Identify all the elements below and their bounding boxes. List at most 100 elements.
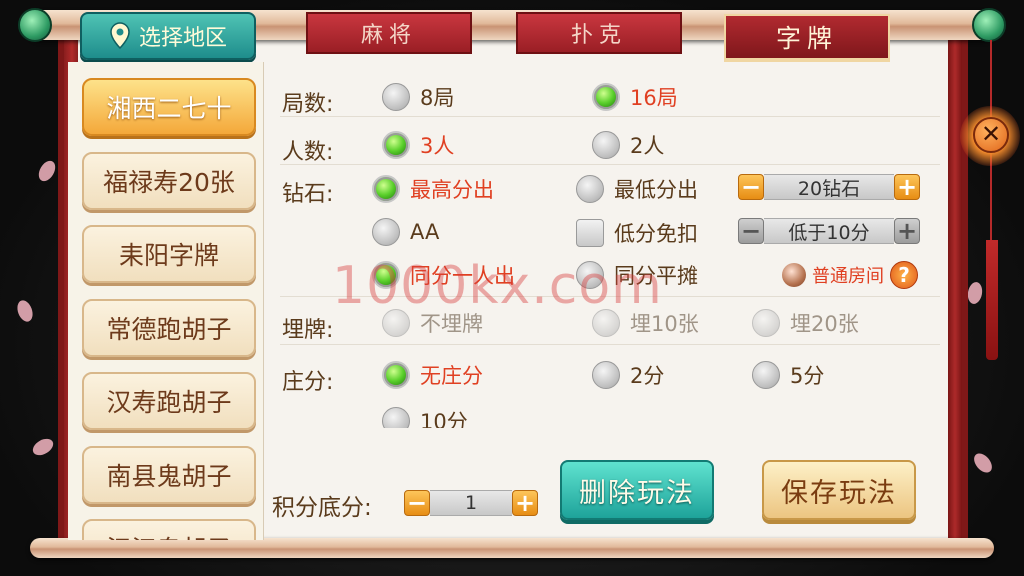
jade-cap-icon <box>18 8 52 42</box>
threshold-plus-button[interactable]: + <box>894 218 920 244</box>
select-region-button[interactable]: 选择地区 <box>80 12 256 60</box>
divider <box>280 116 940 117</box>
tab-poker[interactable]: 扑克 <box>516 12 682 54</box>
option-label: 5分 <box>790 364 825 388</box>
radio-checked-icon <box>382 361 410 389</box>
option-label: 最低分出 <box>614 178 698 202</box>
banker-option-2[interactable]: 2分 <box>592 360 664 390</box>
delete-rule-button[interactable]: 删除玩法 <box>560 460 714 520</box>
radio-icon <box>382 83 410 111</box>
diamond-minus-button[interactable]: − <box>738 174 764 200</box>
option-label: 同分平摊 <box>614 264 698 288</box>
option-label: 埋10张 <box>630 312 699 336</box>
radio-checked-icon <box>372 261 400 289</box>
settings-panel[interactable]: 局数: 8局 16局 人数: 3人 2人 钻石: 最高分出 最低分出 − 20钻… <box>270 72 942 428</box>
radio-checked-icon <box>592 83 620 111</box>
banker-option-5[interactable]: 5分 <box>752 360 824 390</box>
radio-checked-icon <box>382 131 410 159</box>
players-label: 人数: <box>282 140 334 165</box>
banker-option-10[interactable]: 10分 <box>382 406 468 428</box>
threshold-stepper-value: 低于10分 <box>764 218 894 244</box>
game-item-nanxian[interactable]: 南县鬼胡子 <box>82 446 256 504</box>
radio-icon <box>752 309 780 337</box>
game-item-label: 耒阳字牌 <box>118 241 219 270</box>
radio-icon <box>382 309 410 337</box>
radio-icon <box>576 175 604 203</box>
option-label: 2分 <box>630 364 665 388</box>
diamond-label: 钻石: <box>282 182 334 207</box>
bury-option-none[interactable]: 不埋牌 <box>382 308 483 338</box>
radio-icon <box>372 218 400 246</box>
game-list-sidebar[interactable]: 湘西二七十 福禄寿20张 耒阳字牌 常德跑胡子 汉寿跑胡子 南县鬼胡子 沅江鬼胡… <box>68 62 264 540</box>
players-option-2[interactable]: 2人 <box>592 130 664 160</box>
game-item-fulushou[interactable]: 福禄寿20张 <box>82 152 256 210</box>
diamond-option-lowest[interactable]: 最低分出 <box>576 174 698 204</box>
petal-decoration <box>35 157 59 185</box>
option-label: 2人 <box>630 134 665 158</box>
tab-label: 字牌 <box>775 24 838 53</box>
base-score-minus-button[interactable]: − <box>404 490 430 516</box>
diamond-stepper[interactable]: − 20钻石 + <box>738 174 920 200</box>
game-item-xiangxi[interactable]: 湘西二七十 <box>82 78 256 136</box>
base-score-plus-button[interactable]: + <box>512 490 538 516</box>
room-type[interactable]: 普通房间 ? <box>782 261 918 289</box>
option-label: 不埋牌 <box>420 312 483 336</box>
option-label: 最高分出 <box>410 178 494 202</box>
threshold-stepper[interactable]: − 低于10分 + <box>738 218 920 244</box>
room-type-label: 普通房间 <box>812 266 884 287</box>
tab-label: 扑克 <box>570 23 627 48</box>
rounds-option-8[interactable]: 8局 <box>382 82 454 112</box>
divider <box>280 296 940 297</box>
tab-zipai[interactable]: 字牌 <box>724 14 890 62</box>
scroll-bottom-rod <box>30 538 994 558</box>
option-label: 无庄分 <box>420 364 483 388</box>
radio-icon <box>592 361 620 389</box>
banker-score-label: 庄分: <box>282 370 334 395</box>
players-option-3[interactable]: 3人 <box>382 130 454 160</box>
threshold-minus-button[interactable]: − <box>738 218 764 244</box>
diamond-option-highest[interactable]: 最高分出 <box>372 174 494 204</box>
bury-label: 埋牌: <box>282 318 334 343</box>
diamond-option-tie-one-pays[interactable]: 同分一人出 <box>372 260 515 290</box>
diamond-plus-button[interactable]: + <box>894 174 920 200</box>
diamond-option-tie-split[interactable]: 同分平摊 <box>576 260 698 290</box>
diamond-option-aa[interactable]: AA <box>372 218 439 246</box>
tab-mahjong[interactable]: 麻将 <box>306 12 472 54</box>
game-item-label: 沅江鬼胡子 <box>106 530 231 540</box>
game-item-hanshou[interactable]: 汉寿跑胡子 <box>82 372 256 430</box>
tab-label: 麻将 <box>360 23 417 48</box>
help-icon[interactable]: ? <box>890 261 918 289</box>
game-item-yuanjiang[interactable]: 沅江鬼胡子 <box>82 519 256 540</box>
game-item-label: 南县鬼胡子 <box>106 462 232 491</box>
petal-decoration <box>970 450 996 476</box>
radio-icon <box>382 407 410 428</box>
checkbox-icon <box>576 219 604 247</box>
bury-option-20[interactable]: 埋20张 <box>752 308 859 338</box>
rounds-option-16[interactable]: 16局 <box>592 82 678 112</box>
bury-option-10[interactable]: 埋10张 <box>592 308 699 338</box>
game-item-changde[interactable]: 常德跑胡子 <box>82 299 256 357</box>
diamond-stepper-value: 20钻石 <box>764 174 894 200</box>
base-score-label: 积分底分: <box>272 495 372 521</box>
radio-icon <box>752 361 780 389</box>
banker-option-none[interactable]: 无庄分 <box>382 360 483 390</box>
tassel-decoration <box>986 240 998 360</box>
game-item-leiyang[interactable]: 耒阳字牌 <box>82 225 256 283</box>
select-region-label: 选择地区 <box>138 26 227 51</box>
close-icon[interactable]: ✕ <box>973 117 1009 153</box>
game-settings-scene: 选择地区 ❀ 麻将 扑克 字牌 湘西二七十 福禄寿20张 耒阳字牌 常德跑胡子 … <box>0 0 1024 576</box>
option-label: 8局 <box>420 86 455 110</box>
option-label: AA <box>410 220 440 244</box>
rounds-label: 局数: <box>282 92 334 117</box>
radio-checked-icon <box>372 175 400 203</box>
game-item-label: 常德跑胡子 <box>106 315 232 344</box>
jade-cap-icon <box>972 8 1006 42</box>
option-label: 同分一人出 <box>410 264 515 288</box>
base-score-stepper[interactable]: − 1 + <box>404 490 538 516</box>
save-rule-button[interactable]: 保存玩法 <box>762 460 916 520</box>
petal-decoration <box>29 435 57 459</box>
low-score-exempt-checkbox[interactable]: 低分免扣 <box>576 218 698 248</box>
petal-decoration <box>966 280 984 306</box>
game-item-label: 湘西二七十 <box>106 94 232 123</box>
radio-icon <box>592 309 620 337</box>
